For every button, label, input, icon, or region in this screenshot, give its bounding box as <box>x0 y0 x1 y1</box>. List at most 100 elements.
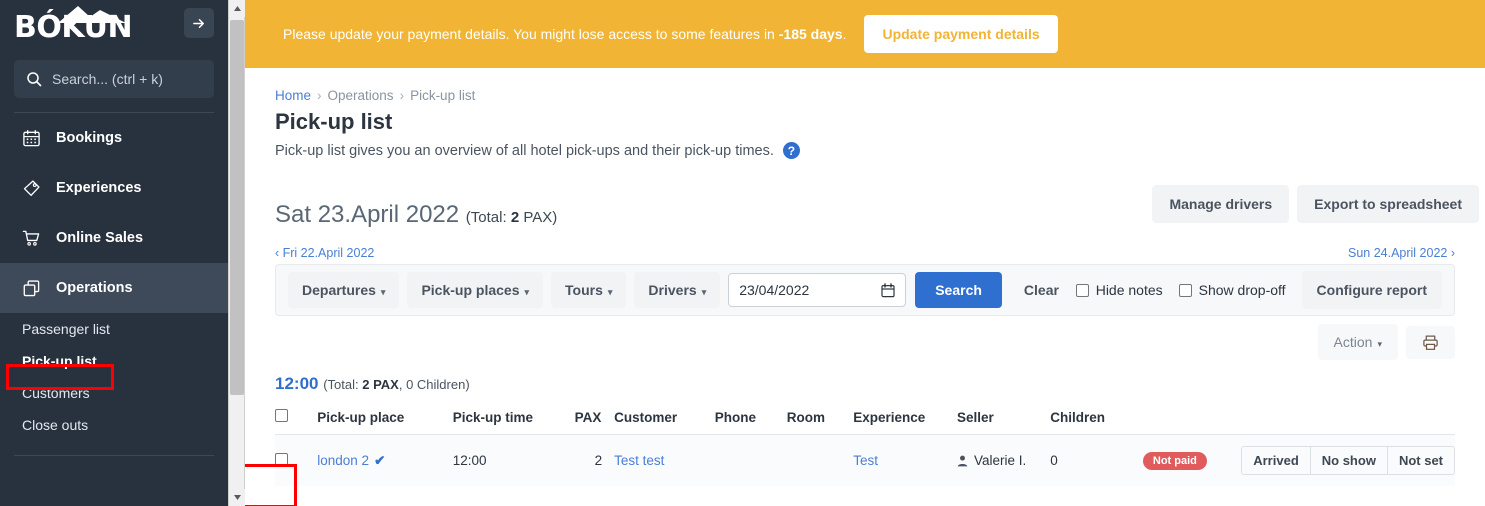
pickup-place-link[interactable]: london 2 <box>317 453 369 468</box>
pickup-places-dropdown[interactable]: Pick-up places ▾ <box>407 272 544 308</box>
tag-icon <box>22 179 56 198</box>
select-all-header <box>275 403 318 435</box>
day-total-prefix: (Total: <box>465 209 511 226</box>
hide-notes-label: Hide notes <box>1095 282 1163 298</box>
sidebar-bottom-divider <box>14 455 214 456</box>
column-header-children: Children <box>1050 403 1143 435</box>
sidebar-subitem-label: Close outs <box>22 417 89 433</box>
sidebar-subitem-label: Customers <box>22 385 90 401</box>
sidebar-item-online-sales[interactable]: Online Sales <box>0 213 228 263</box>
breadcrumb-operations[interactable]: Operations <box>328 88 394 103</box>
chevron-down-icon: ▾ <box>524 287 530 297</box>
breadcrumb-separator: › <box>317 88 322 103</box>
sidebar-item-label: Experiences <box>56 180 142 196</box>
sidebar-item-experiences[interactable]: Experiences <box>0 163 228 213</box>
seller-name: Valerie I. <box>973 453 1027 468</box>
experience-link[interactable]: Test <box>853 453 878 468</box>
column-header-seller: Seller <box>956 403 1051 435</box>
departures-dropdown[interactable]: Departures ▾ <box>288 272 400 308</box>
column-header-experience: Experience <box>853 403 957 435</box>
printer-icon <box>1423 334 1438 350</box>
configure-report-button[interactable]: Configure report <box>1301 271 1442 309</box>
sidebar-item-bookings[interactable]: Bookings <box>0 113 228 163</box>
scrollbar-down-arrow[interactable] <box>229 489 246 506</box>
chevron-down-icon: ▾ <box>607 287 613 297</box>
sidebar-item-operations[interactable]: Operations <box>0 263 228 313</box>
sidebar-scrollbar[interactable] <box>228 0 246 506</box>
drivers-dropdown[interactable]: Drivers ▾ <box>634 272 721 308</box>
header-actions: Manage drivers Export to spreadsheet <box>1152 185 1479 223</box>
main-content: Please update your payment details. You … <box>245 0 1485 506</box>
row-checkbox[interactable] <box>275 452 288 466</box>
not-set-button[interactable]: Not set <box>1387 447 1454 474</box>
customer-link[interactable]: Test test <box>614 453 664 468</box>
action-dropdown[interactable]: Action ▾ <box>1317 324 1398 360</box>
cell-experience: Test <box>853 434 957 486</box>
day-heading-date: Sat 23.April 2022 <box>275 201 460 228</box>
breadcrumb: Home › Operations › Pick-up list <box>245 68 1485 103</box>
row-select-cell <box>275 434 318 486</box>
departures-label: Departures <box>302 282 376 298</box>
action-row: Action ▾ <box>275 324 1455 360</box>
clear-button[interactable]: Clear <box>1010 272 1073 308</box>
sidebar-item-label: Bookings <box>56 130 123 146</box>
sidebar-search-input[interactable]: Search... (ctrl + k) <box>14 60 214 98</box>
cell-phone <box>714 434 787 486</box>
search-button[interactable]: Search <box>915 272 1002 308</box>
checkbox-box <box>1075 283 1089 297</box>
next-day-link[interactable]: Sun 24.April 2022 › <box>1348 246 1455 260</box>
action-label: Action <box>1333 334 1373 350</box>
breadcrumb-current: Pick-up list <box>410 88 476 103</box>
group-time: 12:00 <box>275 374 319 393</box>
day-total: (Total: 2 PAX) <box>466 209 557 226</box>
sidebar-search-placeholder: Search... (ctrl + k) <box>52 71 163 87</box>
filter-checkboxes: Hide notes Show drop-off Configure repor… <box>1075 271 1442 309</box>
group-total: (Total: 2 PAX, 0 Children) <box>323 377 469 392</box>
manage-drivers-button[interactable]: Manage drivers <box>1152 185 1290 223</box>
arrived-button[interactable]: Arrived <box>1242 447 1311 474</box>
seller-wrapper: Valerie I. <box>957 453 1050 468</box>
status-badge: Not paid <box>1142 451 1207 470</box>
sidebar-header: BÓKUN <box>0 0 228 52</box>
group-children: , 0 Children) <box>398 377 470 392</box>
filter-toolbar: Departures ▾ Pick-up places ▾ Tours ▾ Drive… <box>275 264 1455 316</box>
scrollbar-thumb[interactable] <box>230 20 244 395</box>
payment-banner: Please update your payment details. You … <box>245 0 1485 68</box>
hide-notes-checkbox[interactable]: Hide notes <box>1075 282 1163 298</box>
sidebar-item-pickup-list[interactable]: Pick-up list <box>0 345 228 377</box>
tours-dropdown[interactable]: Tours ▾ <box>551 272 627 308</box>
export-to-spreadsheet-button[interactable]: Export to spreadsheet <box>1297 185 1479 223</box>
copy-stack-icon <box>22 279 56 298</box>
scrollbar-up-arrow[interactable] <box>229 0 246 17</box>
cell-children: 0 <box>1050 434 1143 486</box>
page-title: Pick-up list <box>275 109 393 134</box>
chevron-down-icon: ▾ <box>1377 339 1382 349</box>
sidebar-item-close-outs[interactable]: Close outs <box>0 409 228 441</box>
sidebar-item-customers[interactable]: Customers <box>0 377 228 409</box>
group-total-pax: 2 PAX <box>362 377 399 392</box>
update-payment-details-button[interactable]: Update payment details <box>864 15 1058 53</box>
no-show-button[interactable]: No show <box>1310 447 1388 474</box>
column-header-payment <box>1142 403 1242 435</box>
chevron-down-icon: ▾ <box>380 287 386 297</box>
day-total-suffix: PAX) <box>519 209 558 226</box>
payment-banner-text: Please update your payment details. You … <box>283 26 846 42</box>
prev-day-link[interactable]: ‹ Fri 22.April 2022 <box>275 246 374 260</box>
breadcrumb-home[interactable]: Home <box>275 88 311 103</box>
date-input[interactable]: 23/04/2022 <box>728 273 907 307</box>
sidebar-collapse-button[interactable] <box>184 8 214 38</box>
page-content: Home › Operations › Pick-up list Pick-up lis… <box>245 68 1485 506</box>
column-header-customer: Customer <box>614 403 715 435</box>
bokun-logo[interactable]: BÓKUN <box>14 5 144 47</box>
table-row[interactable]: london 2 ✔ 12:00 2 Test test Test Valeri… <box>275 434 1455 486</box>
print-button[interactable] <box>1406 325 1455 359</box>
question-circle-icon[interactable]: ? <box>782 142 800 159</box>
person-icon <box>957 455 968 466</box>
sidebar-item-passenger-list[interactable]: Passenger list <box>0 313 228 345</box>
sidebar: BÓKUN Search... (ctrl + k) Bookings Expe… <box>0 0 228 506</box>
select-all-checkbox[interactable] <box>275 409 288 422</box>
show-dropoff-checkbox[interactable]: Show drop-off <box>1178 282 1286 298</box>
calendar-icon[interactable] <box>881 282 895 298</box>
checkbox-box <box>1178 283 1192 297</box>
calendar-icon <box>22 129 56 148</box>
